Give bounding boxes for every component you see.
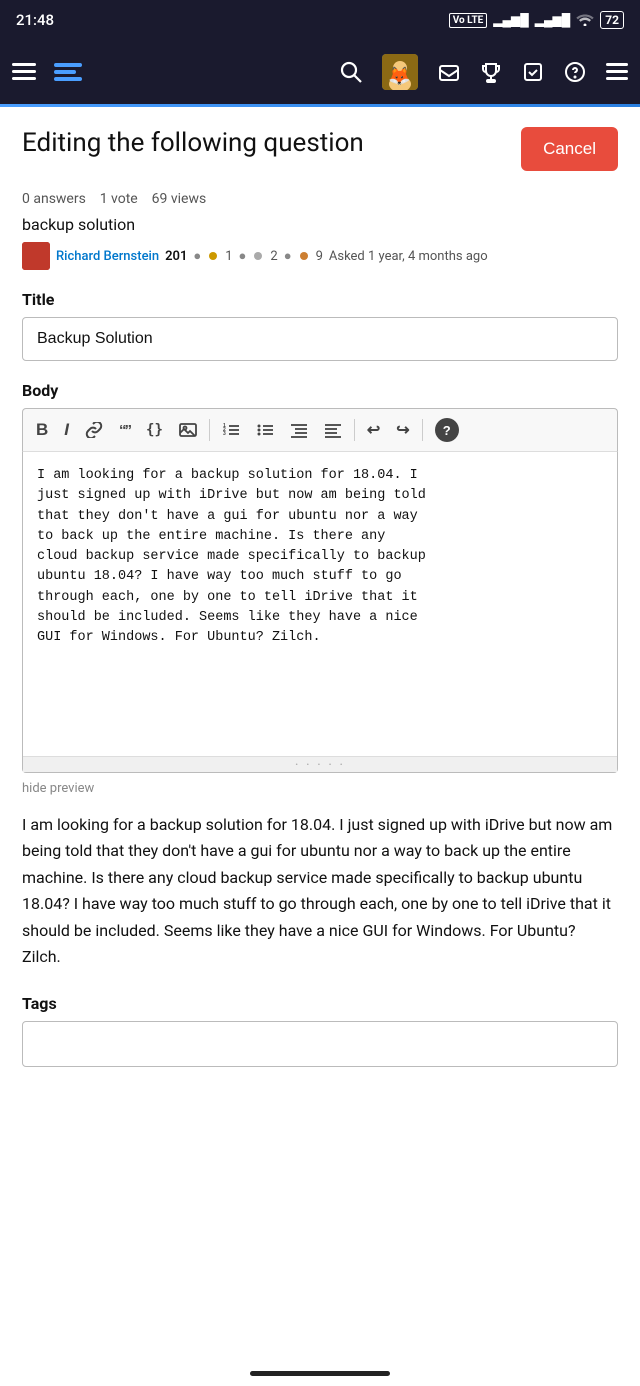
bullet-list-button[interactable] xyxy=(249,417,281,443)
toolbar-sep-2 xyxy=(354,419,355,441)
undo-button[interactable]: ↩ xyxy=(360,415,387,445)
editor-body: I am looking for a backup solution for 1… xyxy=(22,452,618,773)
badge-separator-1: ● xyxy=(193,248,201,264)
svg-text:🦊: 🦊 xyxy=(388,66,410,87)
signal-icon-1: ▂▄▆█ xyxy=(493,13,528,27)
status-time: 21:48 xyxy=(16,11,54,29)
home-indicator xyxy=(250,1371,390,1376)
vote-count: 1 vote xyxy=(100,191,138,207)
app-logo xyxy=(54,63,82,81)
status-icons: Vo LTE ▂▄▆█ ▂▄▆█ 72 xyxy=(449,11,624,29)
cancel-button[interactable]: Cancel xyxy=(521,127,618,171)
logo-line-3 xyxy=(54,77,82,81)
bold-button[interactable]: B xyxy=(29,415,55,445)
wifi-icon xyxy=(576,12,594,29)
page-header: Editing the following question Cancel xyxy=(22,127,618,171)
numbered-list-button[interactable]: 1 2 3 xyxy=(215,417,247,443)
editor-drag-handle[interactable]: · · · · · xyxy=(23,756,617,772)
status-bar: 21:48 Vo LTE ▂▄▆█ ▂▄▆█ 72 xyxy=(0,0,640,40)
bronze-badge xyxy=(300,252,308,260)
author-name[interactable]: Richard Bernstein xyxy=(56,249,159,264)
nav-bar: 🦊 xyxy=(0,40,640,104)
author-avatar: 🧔 xyxy=(22,242,50,270)
view-count: 69 views xyxy=(152,191,207,207)
gold-badge-count: 1 xyxy=(225,249,232,264)
hamburger-menu-icon[interactable] xyxy=(12,63,36,81)
bottom-bar xyxy=(0,1361,640,1386)
redo-button[interactable]: ↪ xyxy=(389,415,416,445)
preview-text: I am looking for a backup solution for 1… xyxy=(22,812,618,970)
tags-section: Tags xyxy=(22,994,618,1067)
inbox-icon[interactable] xyxy=(438,61,460,83)
toolbar-sep-1 xyxy=(209,419,210,441)
question-meta: 0 answers 1 vote 69 views xyxy=(22,191,618,207)
editor-help-button[interactable]: ? xyxy=(428,413,466,447)
logo-line-2 xyxy=(54,70,76,74)
link-button[interactable] xyxy=(78,417,110,443)
tags-input[interactable] xyxy=(22,1021,618,1067)
code-button[interactable]: {} xyxy=(139,417,170,443)
review-icon[interactable] xyxy=(522,61,544,83)
help-icon[interactable] xyxy=(564,61,586,83)
toolbar-sep-3 xyxy=(422,419,423,441)
trophy-icon[interactable] xyxy=(480,61,502,83)
main-content: Editing the following question Cancel 0 … xyxy=(0,107,640,1087)
logo-line-1 xyxy=(54,63,82,67)
blockquote-button[interactable]: “” xyxy=(112,417,137,444)
search-icon[interactable] xyxy=(340,61,362,83)
silver-badge xyxy=(254,252,262,260)
editor-toolbar: B I “” {} 1 2 3 xyxy=(22,408,618,452)
gold-badge xyxy=(209,252,217,260)
signal-icon-2: ▂▄▆█ xyxy=(535,13,570,27)
title-input[interactable] xyxy=(22,317,618,361)
help-circle: ? xyxy=(435,418,459,442)
page-title: Editing the following question xyxy=(22,127,364,161)
drag-dots: · · · · · xyxy=(295,757,345,773)
nav-icons-right: 🦊 xyxy=(340,54,628,90)
original-question-title: backup solution xyxy=(22,215,618,234)
badge-separator-2: ● xyxy=(239,248,247,264)
question-author: 🧔 Richard Bernstein 201 ● 1 ● 2 ● 9 Aske… xyxy=(22,242,618,270)
title-label: Title xyxy=(22,290,618,309)
author-reputation: 201 xyxy=(165,249,187,264)
image-button[interactable] xyxy=(172,417,204,443)
vo-lte-icon: Vo LTE xyxy=(449,13,488,28)
silver-badge-count: 2 xyxy=(270,249,277,264)
italic-button[interactable]: I xyxy=(57,415,76,445)
bronze-badge-count: 9 xyxy=(316,249,323,264)
body-label: Body xyxy=(22,381,618,400)
hide-preview-link[interactable]: hide preview xyxy=(22,781,94,796)
asked-time: Asked 1 year, 4 months ago xyxy=(329,249,488,264)
indent-left-button[interactable] xyxy=(283,417,315,443)
answer-count: 0 answers xyxy=(22,191,86,207)
svg-text:3: 3 xyxy=(223,431,226,437)
indent-right-button[interactable] xyxy=(317,417,349,443)
tags-label: Tags xyxy=(22,994,618,1013)
body-textarea[interactable]: I am looking for a backup solution for 1… xyxy=(23,452,617,752)
user-avatar[interactable]: 🦊 xyxy=(382,54,418,90)
battery-icon: 72 xyxy=(600,11,624,29)
badge-separator-3: ● xyxy=(284,248,292,264)
more-menu-icon[interactable] xyxy=(606,63,628,81)
